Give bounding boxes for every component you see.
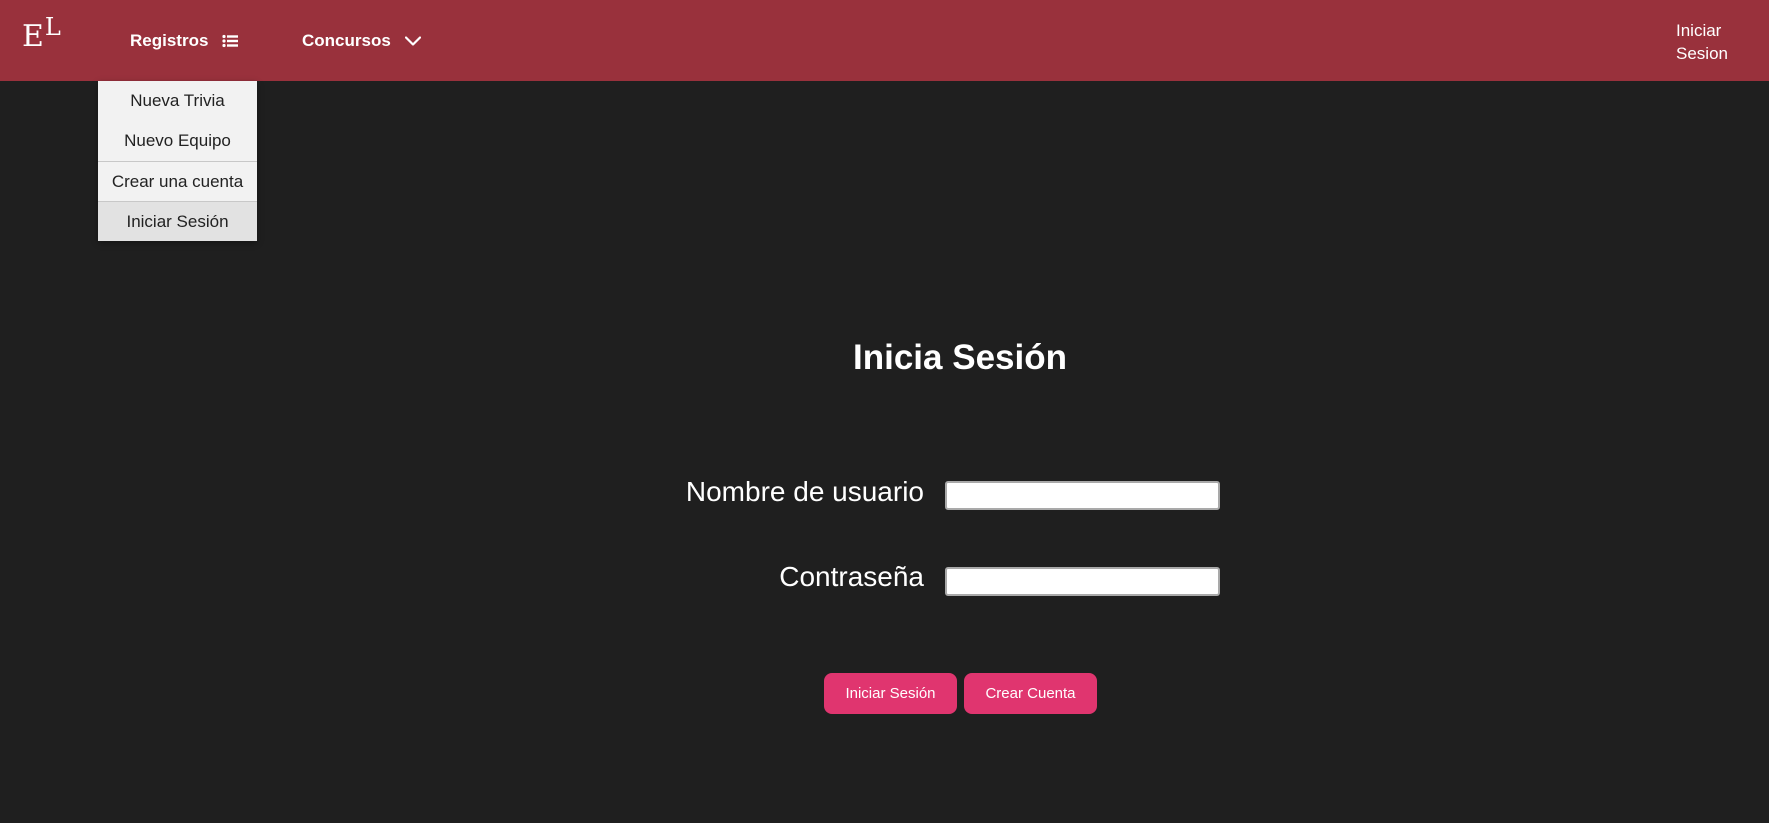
password-input[interactable] <box>945 567 1220 596</box>
logo-letter-e: E <box>22 19 44 54</box>
password-label: Contraseña <box>779 561 924 592</box>
chevron-down-icon <box>404 35 421 46</box>
nav-registros[interactable]: Registros <box>130 0 239 81</box>
username-input[interactable] <box>945 481 1220 510</box>
logo-letter-l: L <box>44 13 61 41</box>
registros-dropdown-menu: Nueva Trivia Nuevo Equipo Crear una cuen… <box>98 81 257 241</box>
menu-item-crear-cuenta[interactable]: Crear una cuenta <box>98 161 257 201</box>
nav-registros-label: Registros <box>130 30 209 50</box>
create-account-button[interactable]: Crear Cuenta <box>964 673 1097 714</box>
nav-login-link[interactable]: Iniciar Sesion <box>1676 19 1732 65</box>
menu-item-nueva-trivia[interactable]: Nueva Trivia <box>98 81 257 121</box>
menu-item-iniciar-sesion[interactable]: Iniciar Sesión <box>98 201 257 241</box>
username-label: Nombre de usuario <box>685 476 924 507</box>
login-button[interactable]: Iniciar Sesión <box>824 673 957 714</box>
menu-item-nuevo-equipo[interactable]: Nuevo Equipo <box>98 121 257 161</box>
nav-concursos[interactable]: Concursos <box>302 0 421 81</box>
brand-logo[interactable]: E L <box>22 13 61 54</box>
list-icon <box>222 34 239 48</box>
top-navbar: E L Registros Concursos Iniciar Sesion <box>0 0 1769 81</box>
page-title: Inicia Sesión <box>853 338 1067 377</box>
nav-concursos-label: Concursos <box>302 30 391 50</box>
